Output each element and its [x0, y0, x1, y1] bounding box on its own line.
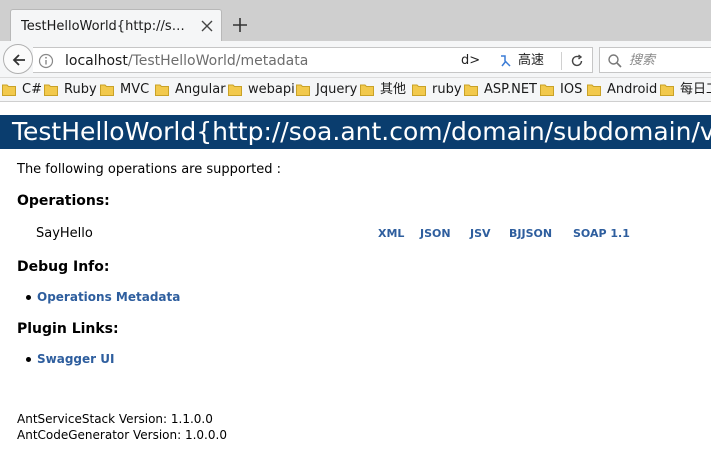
bookmark-label: ASP.NET	[484, 82, 537, 97]
folder-icon	[587, 84, 601, 96]
operation-name: SayHello	[36, 226, 93, 241]
navigation-bar: localhost/TestHelloWorld/metadata d> 高速	[0, 41, 711, 78]
folder-icon	[155, 84, 169, 96]
list-bullet	[26, 295, 31, 300]
folder-icon	[464, 84, 478, 96]
service-stack-version: AntServiceStack Version: 1.1.0.0	[17, 412, 213, 426]
page-title: TestHelloWorld{http://soa.ant.com/domain…	[12, 117, 711, 146]
tab-strip: TestHelloWorld{http://soa.a...	[0, 0, 711, 41]
bookmark-label: Ruby	[64, 82, 97, 97]
speed-label[interactable]: 高速	[518, 51, 544, 71]
bookmark-label: Jquery	[316, 82, 358, 97]
close-icon[interactable]	[199, 18, 215, 34]
url-bar[interactable]: localhost/TestHelloWorld/metadata d> 高速	[33, 47, 593, 73]
swagger-ui-link[interactable]: Swagger UI	[37, 351, 114, 367]
format-link-bjjson[interactable]: BJJSON	[509, 227, 552, 241]
folder-icon	[412, 84, 426, 96]
plugin-links-heading: Plugin Links:	[17, 321, 119, 337]
info-icon[interactable]	[38, 53, 54, 69]
format-link-jsv[interactable]: JSV	[470, 227, 491, 241]
folder-icon	[540, 84, 554, 96]
page-content: TestHelloWorld{http://soa.ant.com/domain…	[0, 103, 711, 464]
folder-icon	[228, 84, 242, 96]
reader-label[interactable]: d>	[461, 51, 480, 71]
reload-icon[interactable]	[569, 53, 585, 69]
format-link-soap11[interactable]: SOAP 1.1	[573, 227, 630, 241]
speed-icon[interactable]	[498, 53, 514, 69]
search-bar[interactable]: 搜索	[599, 47, 711, 73]
folder-icon	[44, 84, 58, 96]
operations-heading: Operations:	[17, 193, 110, 209]
code-generator-version: AntCodeGenerator Version: 1.0.0.0	[17, 428, 227, 442]
folder-icon	[660, 84, 674, 96]
bookmark-label: Angular	[175, 82, 226, 97]
url-path: /TestHelloWorld/metadata	[127, 53, 309, 69]
tab-testhelloworld[interactable]: TestHelloWorld{http://soa.a...	[10, 9, 222, 41]
folder-icon	[296, 84, 310, 96]
bookmark-label: C#	[22, 82, 42, 97]
bookmark-label: webapi	[248, 82, 295, 97]
tab-title: TestHelloWorld{http://soa.a...	[21, 19, 191, 34]
plus-icon[interactable]	[230, 15, 250, 35]
search-icon	[607, 53, 623, 69]
bookmark-label: 其他	[380, 82, 407, 97]
bookmark-label: ruby	[432, 82, 462, 97]
url-host: localhost	[65, 53, 128, 69]
url-divider	[561, 52, 562, 70]
folder-icon	[2, 84, 16, 96]
intro-text: The following operations are supported :	[17, 162, 282, 177]
format-link-xml[interactable]: XML	[378, 227, 404, 241]
page-banner: TestHelloWorld{http://soa.ant.com/domain…	[0, 115, 711, 149]
arrow-left-icon	[12, 54, 25, 66]
bookmark-label: Android	[607, 82, 658, 97]
bookmark-label: IOS	[560, 82, 583, 97]
browser-window: TestHelloWorld{http://soa.a...	[0, 0, 711, 464]
back-button[interactable]	[3, 44, 33, 74]
operations-metadata-link[interactable]: Operations Metadata	[37, 289, 180, 305]
search-input[interactable]: 搜索	[629, 51, 655, 71]
list-bullet	[26, 357, 31, 362]
debug-info-heading: Debug Info:	[17, 259, 110, 275]
url-text: localhost/TestHelloWorld/metadata	[65, 51, 308, 71]
format-link-json[interactable]: JSON	[420, 227, 451, 241]
bookmark-label: 每日工	[680, 82, 711, 97]
bookmark-label: MVC	[120, 82, 150, 97]
bookmarks-bar: C# Ruby MVC Angular webapi Jquery 其他 rub…	[0, 78, 711, 102]
folder-icon	[100, 84, 114, 96]
folder-icon	[360, 84, 374, 96]
